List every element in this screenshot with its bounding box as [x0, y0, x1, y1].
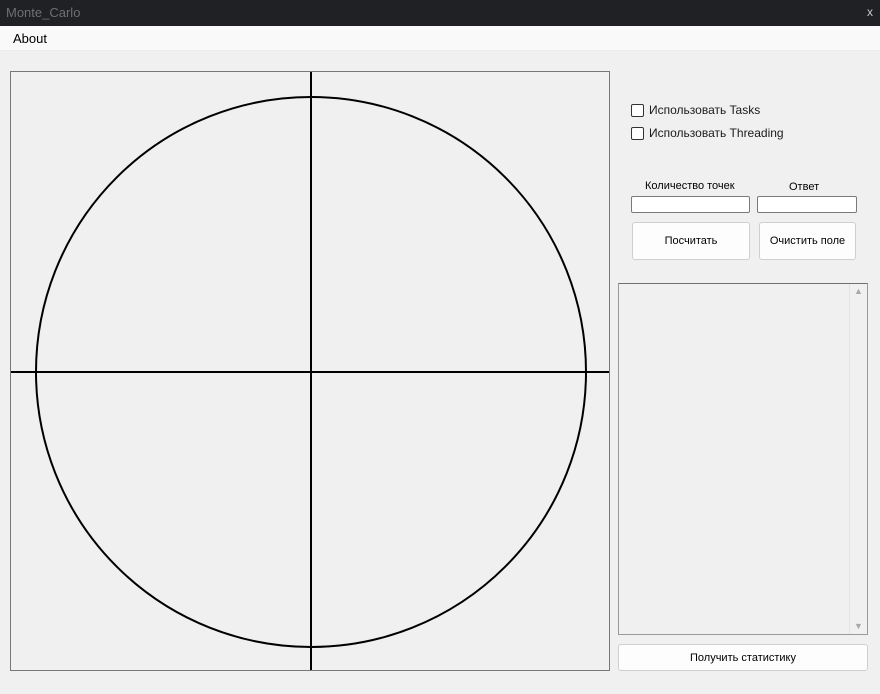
results-list[interactable]: ▲ ▼ — [618, 283, 868, 635]
calculate-button-label: Посчитать — [664, 235, 718, 247]
menu-about[interactable]: About — [13, 31, 47, 46]
points-count-label: Количество точек — [645, 180, 735, 192]
title-bar: Monte_Carlo x — [0, 0, 880, 26]
window-title: Monte_Carlo — [6, 5, 81, 20]
scroll-up-arrow-icon[interactable]: ▲ — [854, 286, 863, 296]
calculate-button[interactable]: Посчитать — [632, 222, 750, 260]
clear-field-button-label: Очистить поле — [769, 235, 846, 247]
scroll-down-arrow-icon[interactable]: ▼ — [854, 621, 863, 631]
results-scrollbar[interactable]: ▲ ▼ — [849, 284, 867, 634]
use-threading-checkbox-box[interactable] — [631, 127, 644, 140]
drawing-canvas — [11, 72, 609, 670]
get-statistics-button[interactable]: Получить статистику — [618, 644, 868, 671]
menu-bar: About — [0, 26, 880, 51]
clear-field-button[interactable]: Очистить поле — [759, 222, 856, 260]
drawing-area — [10, 71, 610, 671]
close-button[interactable]: x — [867, 5, 873, 19]
get-statistics-button-label: Получить статистику — [690, 651, 796, 664]
use-tasks-label[interactable]: Использовать Tasks — [649, 103, 760, 117]
points-count-input[interactable] — [631, 196, 750, 213]
use-tasks-checkbox-box[interactable] — [631, 104, 644, 117]
answer-field[interactable] — [757, 196, 857, 213]
answer-label: Ответ — [789, 181, 820, 193]
use-threading-label[interactable]: Использовать Threading — [649, 126, 784, 140]
